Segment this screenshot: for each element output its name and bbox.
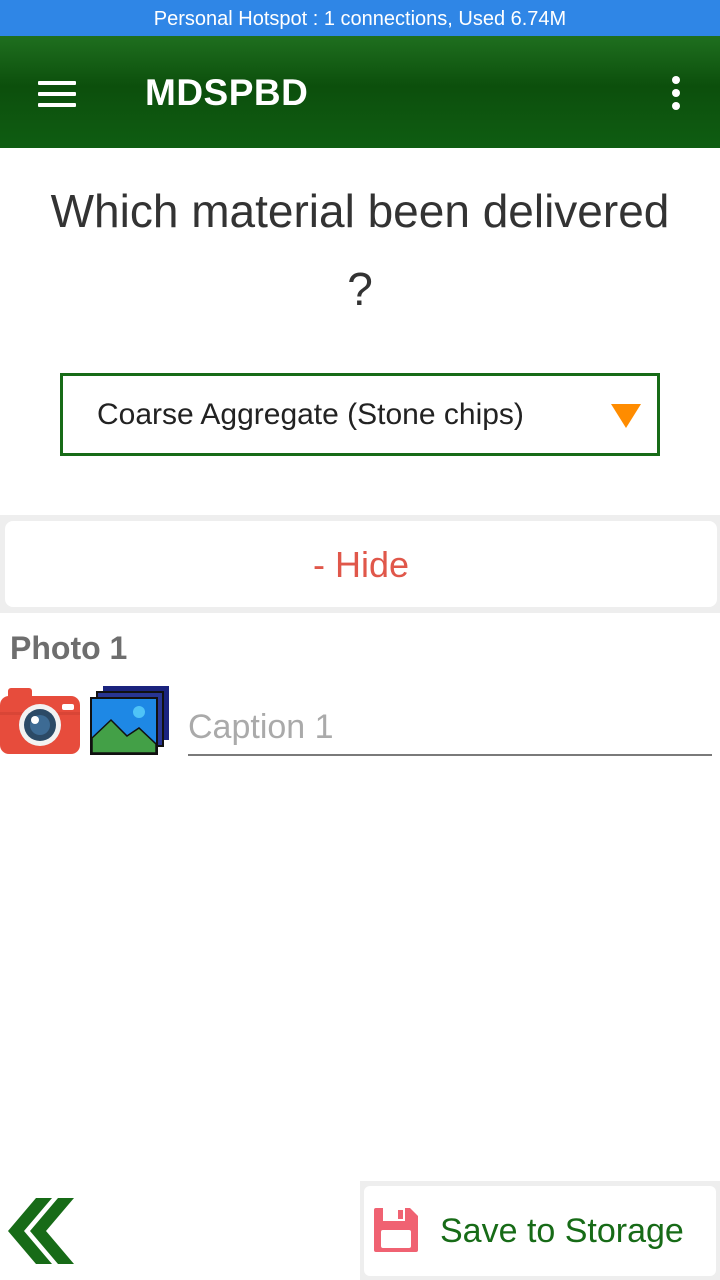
hamburger-menu-icon[interactable] — [38, 81, 76, 107]
save-to-storage-button[interactable]: Save to Storage — [364, 1186, 716, 1276]
floppy-disk-icon — [372, 1206, 420, 1254]
hide-photos-button[interactable]: - Hide — [5, 521, 717, 607]
question-line-2: ? — [347, 263, 373, 315]
material-dropdown-value: Coarse Aggregate (Stone chips) — [97, 398, 524, 431]
photo-1-label: Photo 1 — [10, 630, 128, 666]
material-dropdown[interactable]: Coarse Aggregate (Stone chips) — [60, 373, 660, 456]
gallery-icon[interactable] — [89, 686, 171, 756]
status-bar-text: Personal Hotspot : 1 connections, Used 6… — [153, 8, 567, 30]
dropdown-triangle-icon — [611, 404, 641, 428]
double-chevron-left-icon[interactable] — [8, 1196, 74, 1266]
caption-1-input[interactable] — [188, 700, 712, 756]
camera-icon[interactable] — [0, 686, 82, 756]
more-vert-icon[interactable] — [670, 76, 682, 112]
app-bar: MDSPBD — [0, 36, 720, 148]
app-title: MDSPBD — [145, 72, 309, 113]
question-line-1: Which material been delivered — [50, 185, 670, 237]
question-heading: Which material been delivered ? — [0, 172, 720, 328]
status-bar: Personal Hotspot : 1 connections, Used 6… — [0, 0, 720, 36]
save-button-label: Save to Storage — [440, 1212, 684, 1250]
